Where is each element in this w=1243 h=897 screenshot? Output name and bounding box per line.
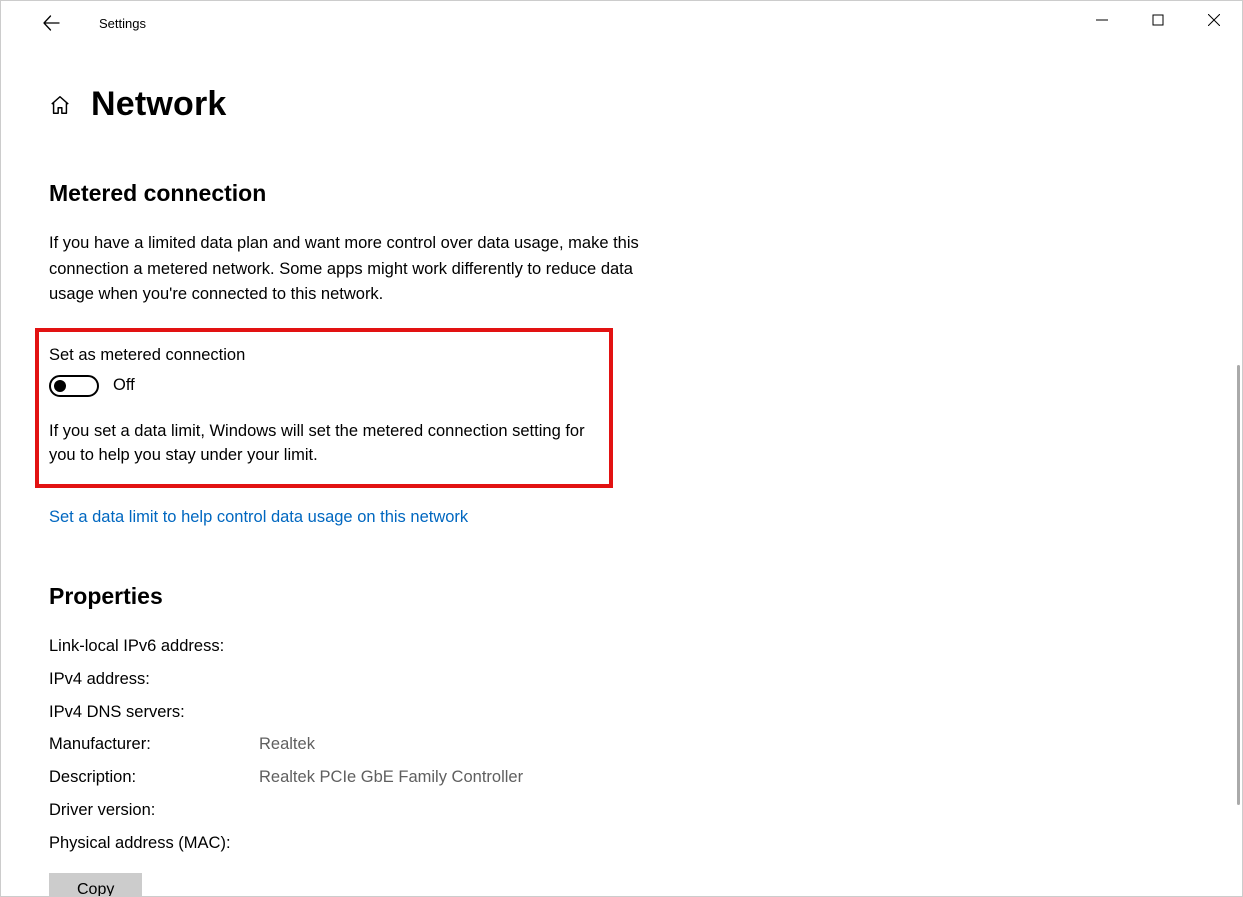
prop-label: IPv4 DNS servers: [49, 700, 259, 725]
app-title: Settings [99, 16, 146, 31]
prop-label: Driver version: [49, 798, 259, 823]
content: Network Metered connection If you have a… [1, 45, 1242, 896]
table-row: Driver version: [49, 798, 1222, 823]
home-icon [49, 94, 71, 116]
metered-description: If you have a limited data plan and want… [49, 231, 669, 308]
window-controls [1074, 1, 1242, 39]
properties-section: Properties Link-local IPv6 address: IPv4… [49, 583, 1222, 896]
table-row: IPv4 address: [49, 667, 1222, 692]
table-row: Description: Realtek PCIe GbE Family Con… [49, 765, 1222, 790]
back-button[interactable] [31, 3, 71, 43]
prop-label: Description: [49, 765, 259, 790]
maximize-button[interactable] [1130, 1, 1186, 39]
page-title: Network [91, 85, 227, 124]
minimize-icon [1096, 14, 1108, 26]
toggle-row: Off [49, 375, 597, 397]
table-row: Physical address (MAC): [49, 831, 1222, 856]
arrow-left-icon [42, 14, 60, 32]
prop-label: IPv4 address: [49, 667, 259, 692]
close-icon [1208, 14, 1220, 26]
highlight-annotation: Set as metered connection Off If you set… [35, 328, 613, 489]
section-heading-properties: Properties [49, 583, 1222, 610]
scrollbar[interactable] [1237, 365, 1240, 805]
toggle-state-text: Off [113, 376, 135, 395]
prop-value: Realtek [259, 732, 315, 757]
close-button[interactable] [1186, 1, 1242, 39]
table-row: IPv4 DNS servers: [49, 700, 1222, 725]
maximize-icon [1152, 14, 1164, 26]
section-heading-metered: Metered connection [49, 180, 1222, 207]
minimize-button[interactable] [1074, 1, 1130, 39]
table-row: Link-local IPv6 address: [49, 634, 1222, 659]
table-row: Manufacturer: Realtek [49, 732, 1222, 757]
copy-button[interactable]: Copy [49, 873, 142, 896]
prop-label: Manufacturer: [49, 732, 259, 757]
set-data-limit-link[interactable]: Set a data limit to help control data us… [49, 508, 468, 527]
prop-value: Realtek PCIe GbE Family Controller [259, 765, 523, 790]
prop-label: Physical address (MAC): [49, 831, 259, 856]
prop-label: Link-local IPv6 address: [49, 634, 259, 659]
page-header: Network [49, 85, 1222, 124]
titlebar: Settings [1, 1, 1242, 45]
metered-hint: If you set a data limit, Windows will se… [49, 419, 597, 469]
metered-toggle[interactable] [49, 375, 99, 397]
metered-toggle-label: Set as metered connection [49, 346, 597, 365]
